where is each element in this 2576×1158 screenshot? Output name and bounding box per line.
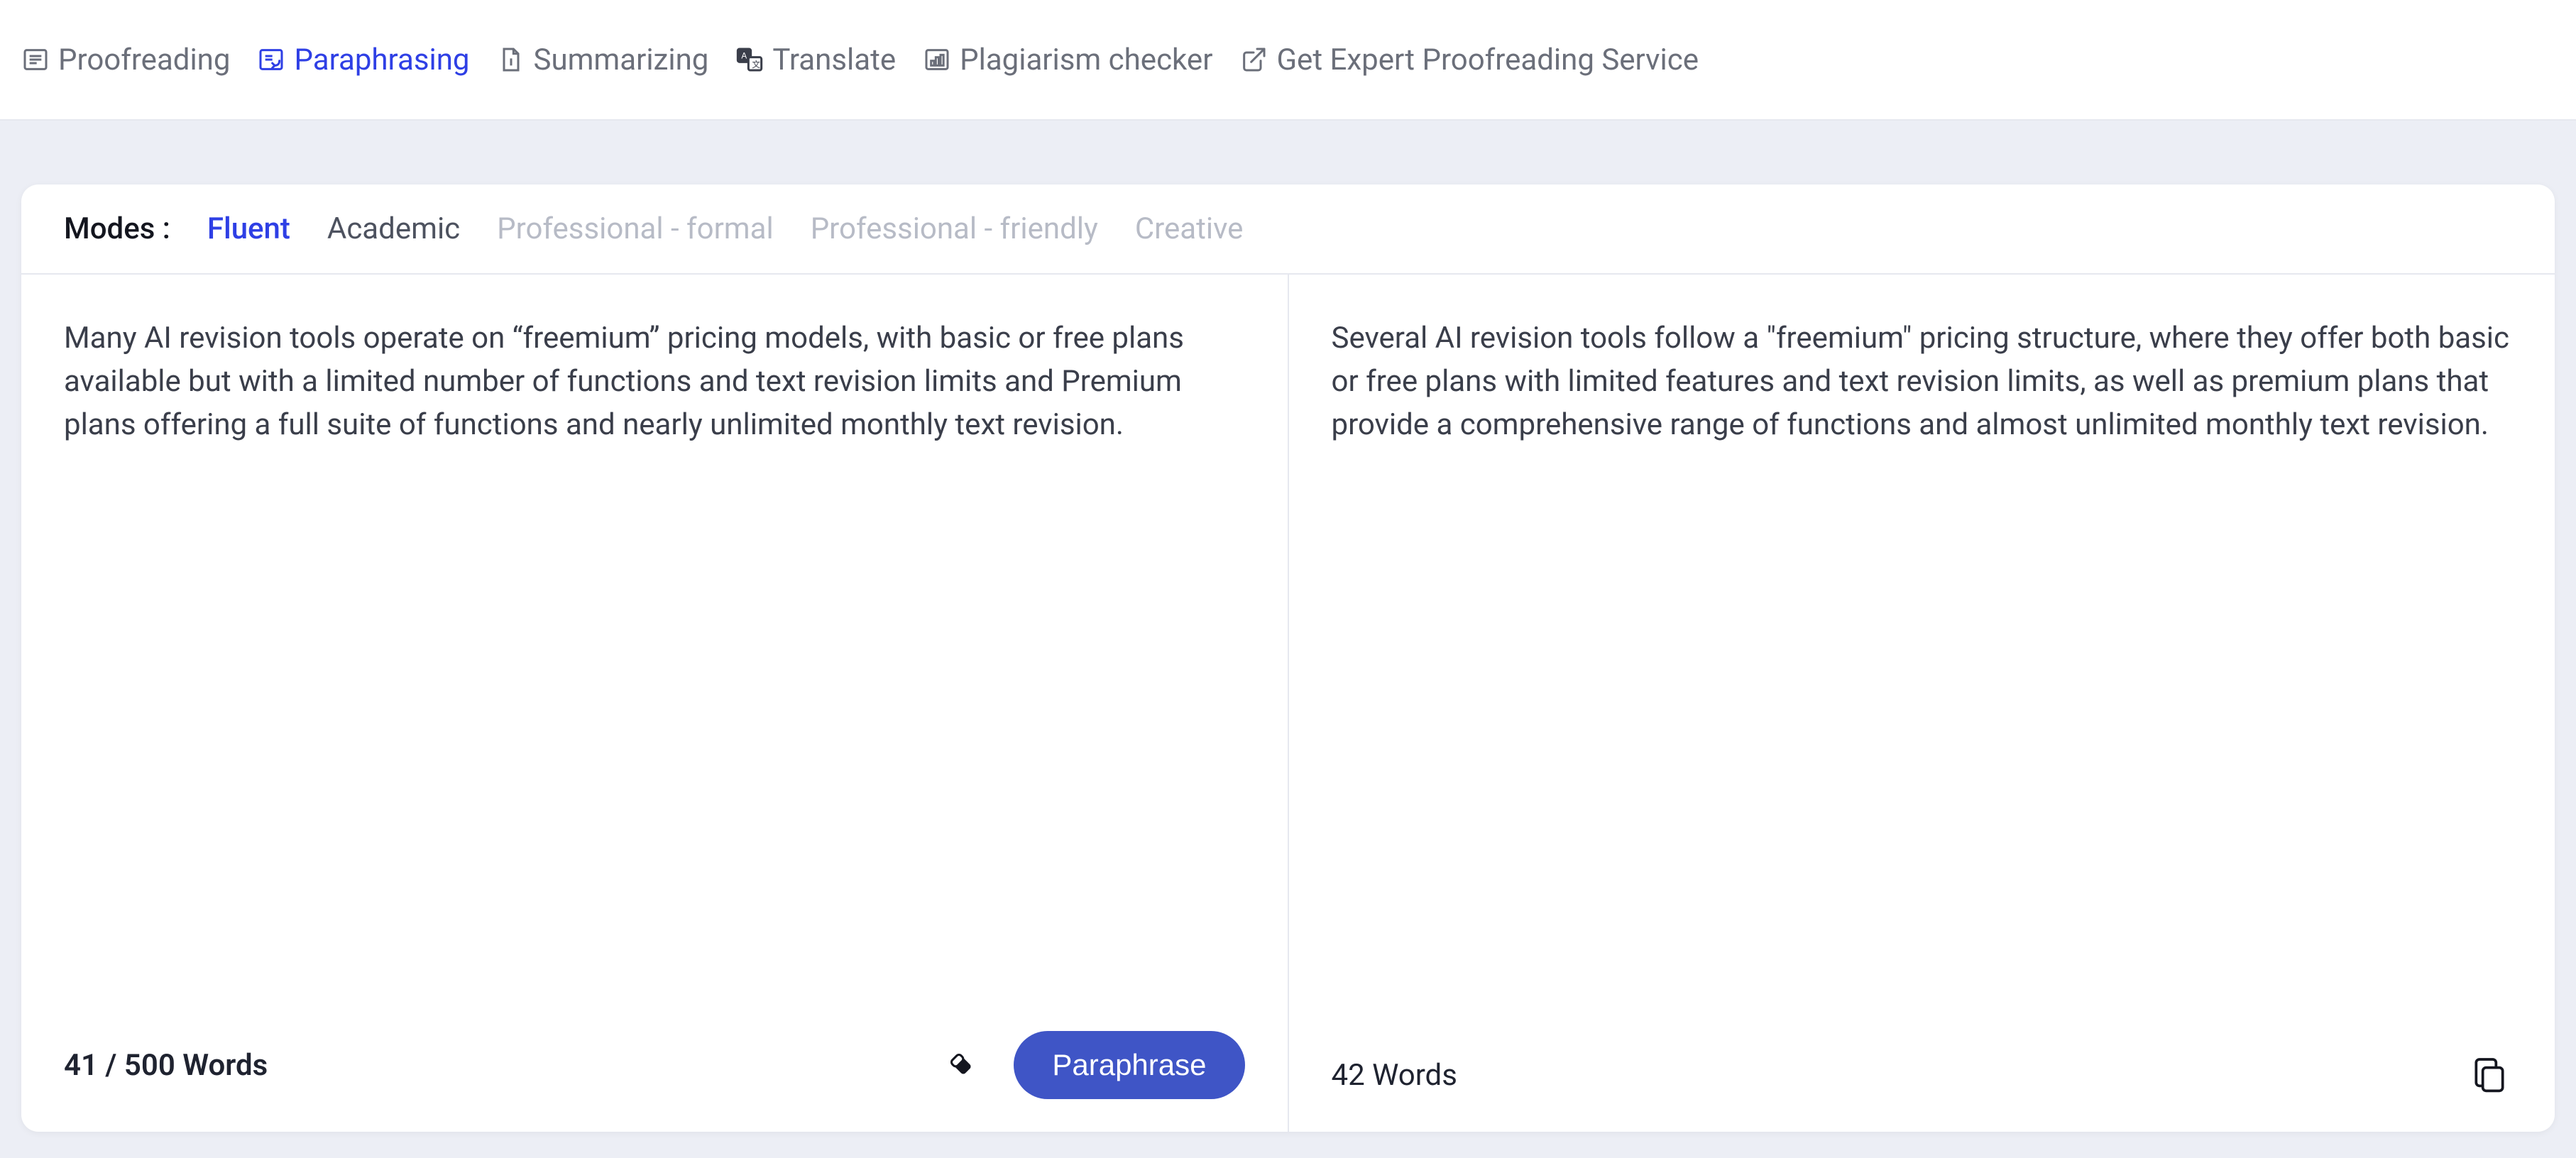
nav-item-plagiarism[interactable]: Plagiarism checker xyxy=(923,43,1212,77)
modes-bar: Modes : Fluent Academic Professional - f… xyxy=(21,184,2555,275)
paraphraser-card: Modes : Fluent Academic Professional - f… xyxy=(21,184,2555,1132)
nav-item-label: Proofreading xyxy=(58,43,230,77)
input-footer: 41 / 500 Words Paraphrase xyxy=(64,1031,1245,1099)
editor-panes: Many AI revision tools operate on “freem… xyxy=(21,275,2555,1132)
top-nav-list: Proofreading Paraphrasing xyxy=(21,43,1699,77)
external-link-icon xyxy=(1239,45,1268,74)
svg-text:文: 文 xyxy=(752,60,761,70)
nav-item-summarizing[interactable]: Summarizing xyxy=(497,43,709,77)
output-pane: Several AI revision tools follow a "free… xyxy=(1289,275,2555,1132)
copy-button[interactable] xyxy=(2467,1052,2512,1099)
input-text[interactable]: Many AI revision tools operate on “freem… xyxy=(64,317,1245,1010)
proofreading-icon xyxy=(21,45,50,74)
paraphrase-button[interactable]: Paraphrase xyxy=(1014,1031,1244,1099)
mode-creative[interactable]: Creative xyxy=(1135,211,1244,246)
svg-text:A: A xyxy=(742,51,747,60)
nav-item-proofreading[interactable]: Proofreading xyxy=(21,43,230,77)
output-text: Several AI revision tools follow a "free… xyxy=(1332,317,2513,1030)
erase-button[interactable] xyxy=(940,1043,982,1088)
nav-item-paraphrasing[interactable]: Paraphrasing xyxy=(257,43,469,77)
plagiarism-icon xyxy=(923,45,951,74)
mode-professional-friendly[interactable]: Professional - friendly xyxy=(811,211,1098,246)
mode-academic[interactable]: Academic xyxy=(327,211,460,246)
summarizing-icon xyxy=(497,45,525,74)
translate-icon: A 文 xyxy=(735,45,764,74)
nav-item-translate[interactable]: A 文 Translate xyxy=(735,43,896,77)
nav-item-label: Plagiarism checker xyxy=(960,43,1212,77)
output-footer: 42 Words xyxy=(1332,1052,2513,1099)
nav-item-label: Get Expert Proofreading Service xyxy=(1276,43,1699,77)
nav-item-label: Paraphrasing xyxy=(294,43,469,77)
copy-icon xyxy=(2470,1054,2509,1096)
output-word-counter: 42 Words xyxy=(1332,1058,1457,1093)
input-word-counter: 41 / 500 Words xyxy=(64,1048,268,1083)
top-nav: Proofreading Paraphrasing xyxy=(0,0,2576,121)
mode-fluent[interactable]: Fluent xyxy=(207,211,290,246)
nav-item-expert-service[interactable]: Get Expert Proofreading Service xyxy=(1239,43,1699,77)
mode-professional-formal[interactable]: Professional - formal xyxy=(497,211,774,246)
paraphrasing-icon xyxy=(257,45,285,74)
modes-label: Modes : xyxy=(64,211,170,246)
nav-item-label: Summarizing xyxy=(534,43,709,77)
eraser-icon xyxy=(943,1046,980,1085)
input-pane: Many AI revision tools operate on “freem… xyxy=(21,275,1289,1132)
nav-item-label: Translate xyxy=(772,43,896,77)
